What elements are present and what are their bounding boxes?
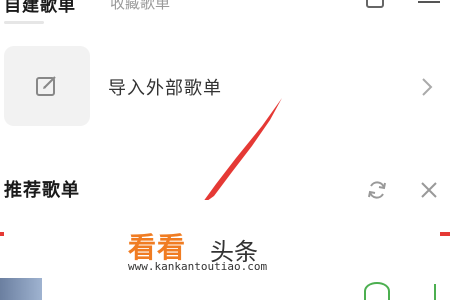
recommended-playlists-title: 推荐歌单 xyxy=(4,180,80,201)
accent-bar-right xyxy=(440,232,450,236)
close-icon[interactable] xyxy=(419,180,439,200)
refresh-icon[interactable] xyxy=(366,179,388,201)
partial-cover-thumbnail xyxy=(434,284,444,300)
watermark-url: www.kankantoutiao.com xyxy=(128,260,268,273)
playlist-thumbnail-strip xyxy=(0,278,450,300)
watermark-overlay: 看看 头条 www.kankantoutiao.com xyxy=(4,200,440,278)
headphones-icon xyxy=(364,282,390,300)
playlist-cover-thumbnail[interactable] xyxy=(0,278,42,300)
